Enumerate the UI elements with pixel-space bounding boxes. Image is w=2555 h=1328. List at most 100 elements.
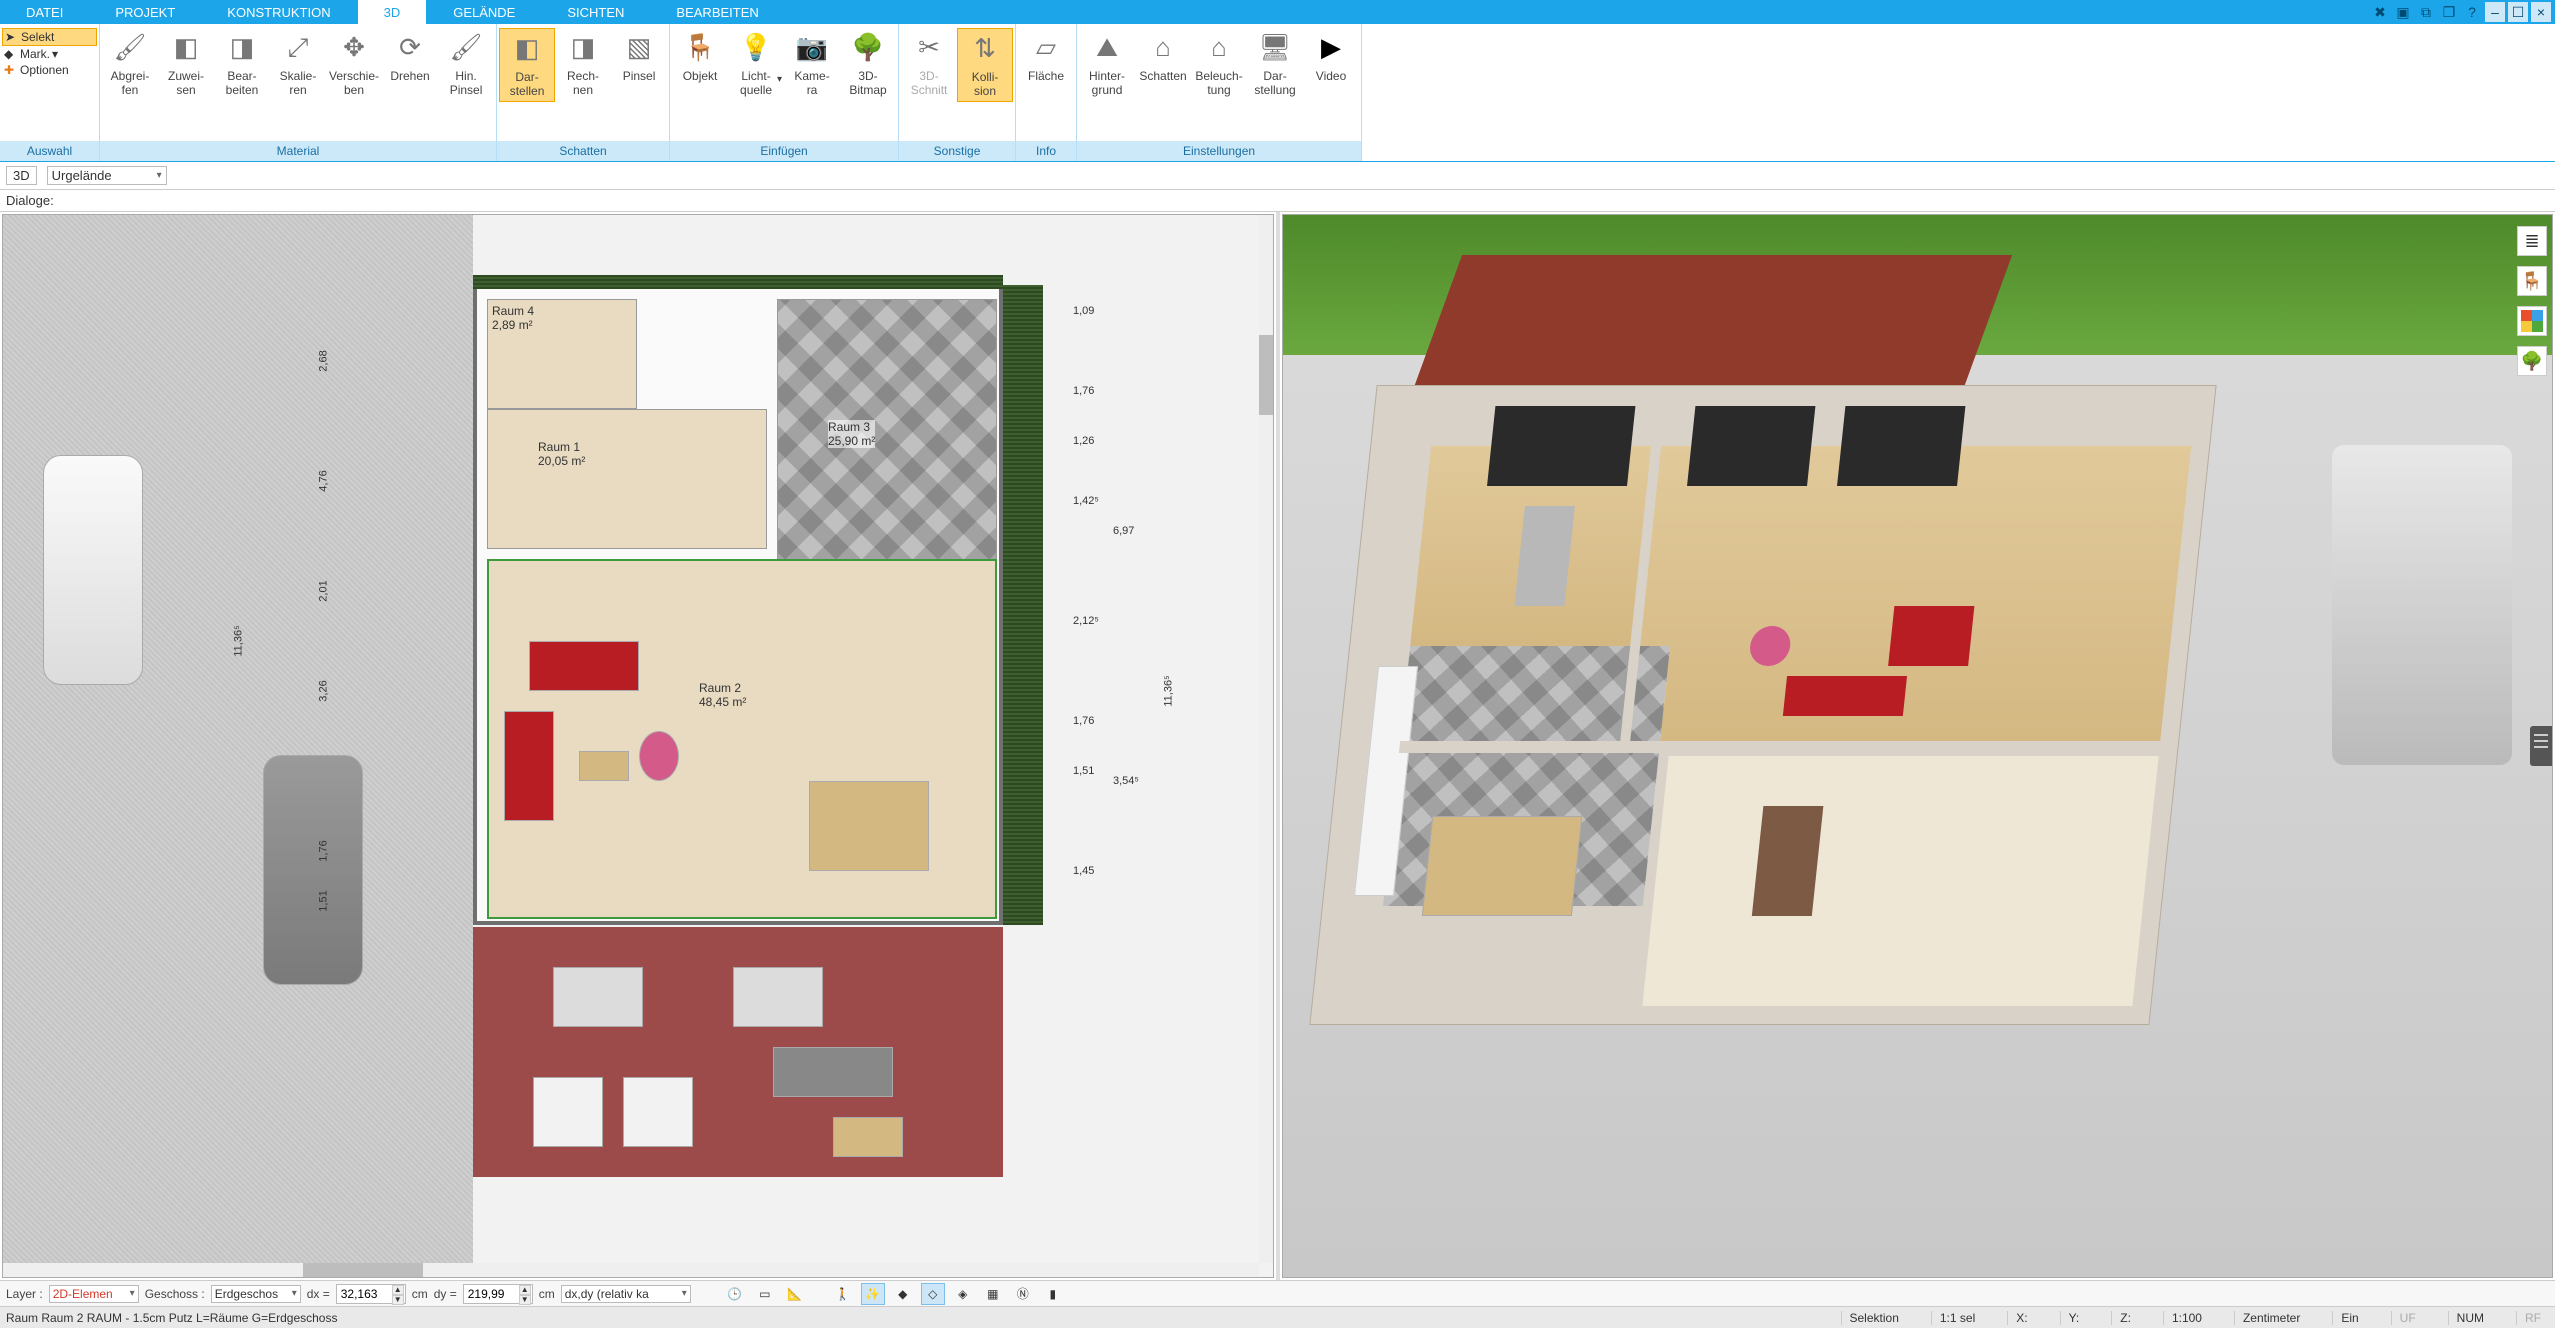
darstellung-button[interactable]: 🖥Dar- stellung (1247, 28, 1303, 100)
status-bar: Raum Raum 2 RAUM - 1.5cm Putz L=Räume G=… (0, 1306, 2555, 1328)
menu-gelaende[interactable]: GELÄNDE (427, 0, 541, 24)
palette-button[interactable] (2517, 306, 2547, 336)
tree-icon: 🌳 (850, 30, 886, 66)
darstellen-button[interactable]: ◧Dar- stellen (499, 28, 555, 102)
spinner-up-icon[interactable]: ▲ (519, 1285, 531, 1295)
group-label-einstellungen: Einstellungen (1077, 141, 1361, 161)
screen-button[interactable]: ▭ (753, 1283, 777, 1305)
lounger (623, 1077, 693, 1147)
layer-dropdown[interactable]: 2D-Elemen (49, 1285, 139, 1303)
grid-button[interactable]: ▦ (981, 1283, 1005, 1305)
screen-icon: ▭ (759, 1287, 770, 1301)
geschoss-dropdown[interactable]: Erdgeschos (211, 1285, 301, 1303)
right-toolbar: ≣ 🪑 🌳 (2515, 226, 2549, 376)
hintergrund-button[interactable]: ⛰Hinter- grund (1079, 28, 1135, 100)
pane-splitter[interactable] (1276, 212, 1280, 1280)
beleuchtung-button[interactable]: ⌂Beleuch- tung (1191, 28, 1247, 100)
view-3d-pane[interactable] (1282, 214, 2554, 1278)
rechnen-button[interactable]: ◨Rech- nen (555, 28, 611, 100)
layer-label: Layer : (6, 1287, 43, 1301)
3d-bitmap-button[interactable]: 🌳3D- Bitmap (840, 28, 896, 100)
lichtquelle-button[interactable]: 💡Licht- quelle▾ (728, 28, 784, 100)
tool-icon[interactable]: ✖ (2370, 2, 2390, 22)
floorplan-2d-pane[interactable]: Raum 42,89 m² Raum 120,05 m² Raum 325,90… (2, 214, 1274, 1278)
lighting-icon: ⌂ (1201, 30, 1237, 66)
menu-bearbeiten[interactable]: BEARBEITEN (650, 0, 784, 24)
options-tool[interactable]: ✚ Optionen (2, 62, 97, 78)
dx-field[interactable] (340, 1286, 386, 1302)
dy-field[interactable] (467, 1286, 513, 1302)
scale-icon: ⤢ (280, 30, 316, 66)
group-label-einfuegen: Einfügen (670, 141, 898, 161)
pinsel-button[interactable]: ▧Pinsel (611, 28, 667, 86)
menu-sichten[interactable]: SICHTEN (541, 0, 650, 24)
close-icon[interactable]: × (2531, 2, 2551, 22)
geschoss-label: Geschoss : (145, 1287, 205, 1301)
prism-button[interactable]: ◆ (891, 1283, 915, 1305)
lounger (533, 1077, 603, 1147)
tool-icon[interactable]: ❐ (2439, 2, 2459, 22)
spinner-down-icon[interactable]: ▼ (519, 1295, 531, 1305)
group-label-material: Material (100, 141, 496, 161)
objekt-button[interactable]: 🪑Objekt (672, 28, 728, 86)
video-button[interactable]: ▶Video (1303, 28, 1359, 86)
menu-3d[interactable]: 3D (357, 0, 428, 24)
bean-bag (639, 731, 679, 781)
north-button[interactable]: Ⓝ (1011, 1283, 1035, 1305)
dx-input[interactable]: ▲▼ (336, 1284, 406, 1304)
menu-datei[interactable]: DATEI (0, 0, 89, 24)
view-mode-box[interactable]: 3D (6, 166, 37, 185)
coord-mode-dropdown[interactable]: dx,dy (relativ ka (561, 1285, 691, 1303)
cube2-icon: ◨ (565, 30, 601, 66)
menu-konstruktion[interactable]: KONSTRUKTION (201, 0, 356, 24)
status-left: Raum Raum 2 RAUM - 1.5cm Putz L=Räume G=… (6, 1311, 337, 1325)
scrollbar-vertical[interactable] (1259, 215, 1273, 1263)
status-scale: 1:100 (2163, 1311, 2210, 1325)
spinner-up-icon[interactable]: ▲ (392, 1285, 404, 1295)
layers-button[interactable]: ≣ (2517, 226, 2547, 256)
prism2-button[interactable]: ◇ (921, 1283, 945, 1305)
cube-icon: ◧ (509, 31, 545, 67)
verschieben-button[interactable]: ✥Verschie- ben (326, 28, 382, 100)
dy-input[interactable]: ▲▼ (463, 1284, 533, 1304)
spinner-down-icon[interactable]: ▼ (392, 1295, 404, 1305)
vbar-button[interactable]: ▮ (1041, 1283, 1065, 1305)
hin-pinsel-button[interactable]: 🖌Hin. Pinsel (438, 28, 494, 100)
flaeche-button[interactable]: ▱Fläche (1018, 28, 1074, 86)
status-selection: Selektion (1841, 1311, 1907, 1325)
walk-button[interactable]: 🚶 (831, 1283, 855, 1305)
bearbeiten-button[interactable]: ◨Bear- beiten (214, 28, 270, 100)
slide-panel-handle[interactable] (2530, 726, 2552, 766)
kollision-button[interactable]: ⇅Kolli- sion (957, 28, 1013, 102)
drehen-button[interactable]: ⟳Drehen (382, 28, 438, 86)
tool-icon[interactable]: ▣ (2393, 2, 2413, 22)
ribbon-group-info: ▱Fläche Info (1016, 24, 1077, 161)
table-wood (579, 751, 629, 781)
menu-bar: DATEI PROJEKT KONSTRUKTION 3D GELÄNDE SI… (0, 0, 2555, 24)
abgreifen-button[interactable]: 🖌Abgrei- fen (102, 28, 158, 100)
3d-schnitt-button[interactable]: ✂3D- Schnitt (901, 28, 957, 100)
plants-button[interactable]: 🌳 (2517, 346, 2547, 376)
ruler-button[interactable]: 📐 (783, 1283, 807, 1305)
edit-icon: ◨ (224, 30, 260, 66)
skalieren-button[interactable]: ⤢Skalie- ren (270, 28, 326, 100)
clock-icon: 🕒 (727, 1287, 742, 1301)
select-tool[interactable]: ➤ Selekt (2, 28, 97, 46)
maximize-icon[interactable]: ☐ (2508, 2, 2528, 22)
scrollbar-horizontal[interactable] (3, 1263, 1259, 1277)
clock-button[interactable]: 🕒 (723, 1283, 747, 1305)
prism3-button[interactable]: ◈ (951, 1283, 975, 1305)
mark-tool[interactable]: ◆ Mark. ▾ (2, 46, 97, 62)
schatten-button[interactable]: ⌂Schatten (1135, 28, 1191, 86)
furniture-button[interactable]: 🪑 (2517, 266, 2547, 296)
wand-button[interactable]: ✨ (861, 1283, 885, 1305)
minimize-icon[interactable]: – (2485, 2, 2505, 22)
help-icon[interactable]: ? (2462, 2, 2482, 22)
dialoge-bar: Dialoge: (0, 190, 2555, 212)
zuweisen-button[interactable]: ◧Zuwei- sen (158, 28, 214, 100)
menu-projekt[interactable]: PROJEKT (89, 0, 201, 24)
room-2: Raum 248,45 m² (487, 559, 997, 919)
kamera-button[interactable]: 📷Kame- ra (784, 28, 840, 100)
terrain-dropdown[interactable]: Urgelände (47, 166, 167, 185)
tool-icon[interactable]: ⧉ (2416, 2, 2436, 22)
